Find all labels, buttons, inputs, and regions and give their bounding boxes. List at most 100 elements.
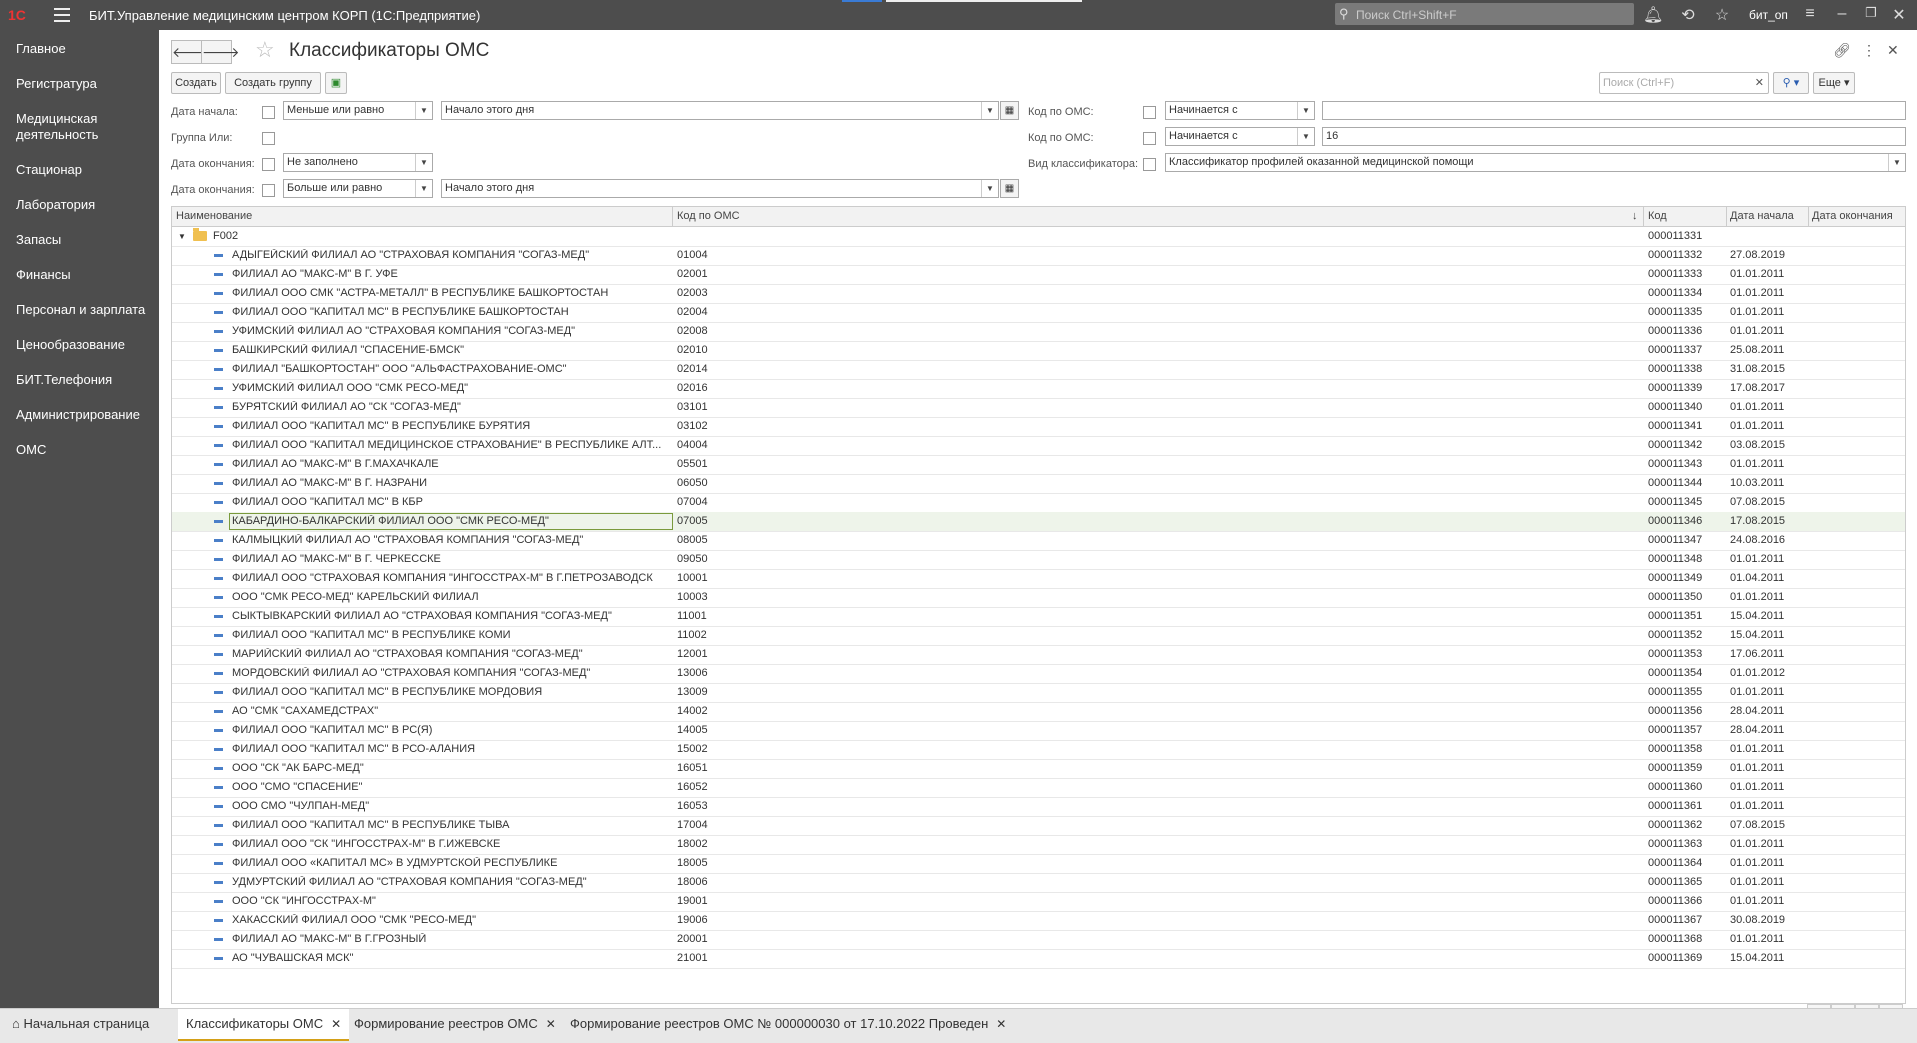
col-header-oms-code[interactable]: Код по ОМС	[677, 210, 740, 222]
table-row[interactable]: МАРИЙСКИЙ ФИЛИАЛ АО "СТРАХОВАЯ КОМПАНИЯ …	[172, 645, 1905, 665]
filter-date-end1-condition[interactable]: Не заполнено ▼	[283, 153, 433, 172]
filter-date-start-value[interactable]: Начало этого дня ▼	[441, 101, 999, 120]
sidebar-item-telephony[interactable]: БИТ.Телефония	[16, 372, 112, 388]
filter-code2-checkbox[interactable]	[1143, 132, 1156, 145]
table-row[interactable]: ООО "СК "АК БАРС-МЕД" 16051 000011359 01.01…	[172, 759, 1905, 779]
sidebar-item-hospital[interactable]: Стационар	[16, 162, 82, 178]
table-row[interactable]: ООО СМО "ЧУЛПАН-МЕД" 16053 000011361 01.01.…	[172, 797, 1905, 817]
sidebar-item-staff[interactable]: Персонал и зарплата	[16, 302, 145, 318]
list-search-input[interactable]: Поиск (Ctrl+F) ✕	[1599, 72, 1769, 94]
table-row[interactable]: ФИЛИАЛ ООО "КАПИТАЛ МС" В КБР 07004 000011…	[172, 493, 1905, 513]
create-group-button[interactable]: Создать группу	[225, 72, 321, 94]
table-row[interactable]: БАШКИРСКИЙ ФИЛИАЛ "СПАСЕНИЕ-БМСК" 02010 00…	[172, 341, 1905, 361]
history-icon[interactable]: ⟲	[1678, 5, 1698, 25]
main-menu-icon[interactable]	[54, 8, 70, 22]
table-row[interactable]: ФИЛИАЛ ООО "СТРАХОВАЯ КОМПАНИЯ "ИНГОССТР…	[172, 569, 1905, 589]
classifier-table[interactable]: Наименование Код по ОМС ↓ Код Дата начал…	[171, 206, 1906, 1004]
table-row[interactable]: ФИЛИАЛ ООО "КАПИТАЛ МС" В РЕСПУБЛИКЕ ТЫВ…	[172, 816, 1905, 836]
table-row[interactable]: УФИМСКИЙ ФИЛИАЛ ООО "СМК РЕСО-МЕД" 02016 0…	[172, 379, 1905, 399]
table-row[interactable]: ФИЛИАЛ ООО «КАПИТАЛ МС» В УДМУРТСКОЙ РЕС…	[172, 854, 1905, 874]
table-row[interactable]: ФИЛИАЛ ООО "КАПИТАЛ МС" В РЕСПУБЛИКЕ БАШ…	[172, 303, 1905, 323]
table-row[interactable]: ООО "СМО "СПАСЕНИЕ" 16052 000011360 01.01.2…	[172, 778, 1905, 798]
filter-group-or-checkbox[interactable]	[262, 132, 275, 145]
table-row[interactable]: АО "СМК "САХАМЕДСТРАХ" 14002 000011356 28.0…	[172, 702, 1905, 722]
current-user[interactable]: бит_оп	[1749, 8, 1788, 22]
table-row[interactable]: ФИЛИАЛ АО "МАКС-М" В Г.МАХАЧКАЛЕ 05501 000…	[172, 455, 1905, 475]
col-header-date-start[interactable]: Дата начала	[1730, 210, 1794, 222]
back-button[interactable]: 🡐	[171, 40, 210, 64]
sidebar-item-pricing[interactable]: Ценообразование	[16, 337, 125, 353]
favorites-star-icon[interactable]: ☆	[1712, 5, 1732, 25]
close-form-icon[interactable]: ✕	[1887, 42, 1899, 59]
filter-code1-value[interactable]	[1322, 101, 1906, 120]
col-header-code[interactable]: Код	[1648, 210, 1667, 222]
sidebar-item-main[interactable]: Главное	[16, 41, 66, 57]
table-row[interactable]: УФИМСКИЙ ФИЛИАЛ АО "СТРАХОВАЯ КОМПАНИЯ "…	[172, 322, 1905, 342]
col-separator[interactable]	[1643, 207, 1644, 226]
app-menu-icon[interactable]: ≡	[1800, 5, 1820, 23]
table-row[interactable]: МОРДОВСКИЙ ФИЛИАЛ АО "СТРАХОВАЯ КОМПАНИЯ…	[172, 664, 1905, 684]
table-row[interactable]: ФИЛИАЛ ООО "КАПИТАЛ МС" В РЕСПУБЛИКЕ КОМ…	[172, 626, 1905, 646]
table-row[interactable]: АДЫГЕЙСКИЙ ФИЛИАЛ АО "СТРАХОВАЯ КОМПАНИЯ…	[172, 246, 1905, 266]
filter-date-end2-condition[interactable]: Больше или равно ▼	[283, 179, 433, 198]
table-row[interactable]: БУРЯТСКИЙ ФИЛИАЛ АО "СК "СОГАЗ-МЕД" 03101…	[172, 398, 1905, 418]
close-window-icon[interactable]: ✕	[1889, 5, 1909, 25]
create-button[interactable]: Создать	[171, 72, 221, 94]
global-search-input[interactable]: ⚲ Поиск Ctrl+Shift+F	[1335, 3, 1634, 25]
filter-date-end2-checkbox[interactable]	[262, 184, 275, 197]
table-row[interactable]: ФИЛИАЛ АО "МАКС-М" В Г. УФЕ 02001 00001133…	[172, 265, 1905, 285]
col-separator[interactable]	[672, 207, 673, 226]
col-separator[interactable]	[1726, 207, 1727, 226]
filter-kind-checkbox[interactable]	[1143, 158, 1156, 171]
calendar-icon[interactable]: ▦	[1000, 101, 1019, 120]
table-row[interactable]: ФИЛИАЛ ООО "КАПИТАЛ МС" В РС(Я) 14005 0000…	[172, 721, 1905, 741]
table-row[interactable]: ООО "СК "ИНГОССТРАХ-М" 19001 000011366 01.0…	[172, 892, 1905, 912]
sidebar-item-medical[interactable]: Медицинская деятельность	[16, 111, 126, 143]
table-row[interactable]: ФИЛИАЛ ООО "КАПИТАЛ МС" В РСО-АЛАНИЯ 1500…	[172, 740, 1905, 760]
table-group-row[interactable]: ▼ F002 000011331	[172, 227, 1905, 247]
filter-date-start-checkbox[interactable]	[262, 106, 275, 119]
table-row[interactable]: КАЛМЫЦКИЙ ФИЛИАЛ АО "СТРАХОВАЯ КОМПАНИЯ …	[172, 531, 1905, 551]
table-row[interactable]: ХАКАССКИЙ ФИЛИАЛ ООО "СМК "РЕСО-МЕД" 1900…	[172, 911, 1905, 931]
tab-registry-doc[interactable]: Формирование реестров ОМС № 000000030 от…	[562, 1009, 1014, 1039]
close-tab-icon[interactable]: ✕	[546, 1017, 556, 1031]
forward-button[interactable]: 🡒	[201, 40, 240, 64]
sort-desc-icon[interactable]: ↓	[1632, 210, 1638, 222]
filter-date-start-condition[interactable]: Меньше или равно ▼	[283, 101, 433, 120]
sidebar-item-finance[interactable]: Финансы	[16, 267, 71, 283]
sidebar-item-lab[interactable]: Лаборатория	[16, 197, 95, 213]
table-row[interactable]: КАБАРДИНО-БАЛКАРСКИЙ ФИЛИАЛ ООО "СМК РЕС…	[172, 512, 1905, 532]
sidebar-item-registry[interactable]: Регистратура	[16, 76, 97, 92]
minimize-icon[interactable]: –	[1832, 5, 1852, 23]
tab-classifiers[interactable]: Классификаторы ОМС ✕	[178, 1009, 350, 1041]
maximize-icon[interactable]: ❐	[1861, 5, 1881, 21]
table-row[interactable]: ФИЛИАЛ ООО "КАПИТАЛ МЕДИЦИНСКОЕ СТРАХОВА…	[172, 436, 1905, 456]
clear-search-icon[interactable]: ✕	[1755, 76, 1764, 89]
col-header-name[interactable]: Наименование	[176, 210, 252, 222]
table-row[interactable]: АО "ЧУВАШСКАЯ МСК" 21001 000011369 15.04.20…	[172, 949, 1905, 969]
table-row[interactable]: ООО "СМК РЕСО-МЕД" КАРЕЛЬСКИЙ ФИЛИАЛ 1000…	[172, 588, 1905, 608]
table-row[interactable]: ФИЛИАЛ ООО СМК "АСТРА-МЕТАЛЛ" В РЕСПУБЛИ…	[172, 284, 1905, 304]
col-separator[interactable]	[1808, 207, 1809, 226]
table-row[interactable]: ФИЛИАЛ ООО "КАПИТАЛ МС" В РЕСПУБЛИКЕ МОР…	[172, 683, 1905, 703]
filter-code1-condition[interactable]: Начинается с ▼	[1165, 101, 1315, 120]
table-row[interactable]: ФИЛИАЛ ООО "КАПИТАЛ МС" В РЕСПУБЛИКЕ БУР…	[172, 417, 1905, 437]
filter-code2-value[interactable]: 16	[1322, 127, 1906, 146]
tab-registries[interactable]: Формирование реестров ОМС ✕	[346, 1009, 564, 1039]
filter-kind-value[interactable]: Классификатор профилей оказанной медицин…	[1165, 153, 1906, 172]
sidebar-item-oms[interactable]: ОМС	[16, 442, 46, 458]
table-row[interactable]: ФИЛИАЛ АО "МАКС-М" В Г. НАЗРАНИ 06050 0000…	[172, 474, 1905, 494]
sidebar-item-stock[interactable]: Запасы	[16, 232, 61, 248]
collapse-triangle-icon[interactable]: ▼	[178, 232, 186, 241]
filter-date-end1-checkbox[interactable]	[262, 158, 275, 171]
link-icon[interactable]: 🔗︎	[1833, 42, 1851, 59]
filter-date-end2-value[interactable]: Начало этого дня ▼	[441, 179, 999, 198]
bell-icon[interactable]: 🔔︎	[1643, 5, 1663, 25]
table-row[interactable]: ФИЛИАЛ "БАШКОРТОСТАН" ООО "АЛЬФАСТРАХОВА…	[172, 360, 1905, 380]
table-row[interactable]: ФИЛИАЛ АО "МАКС-М" В Г. ЧЕРКЕССКЕ 09050 00…	[172, 550, 1905, 570]
tab-home[interactable]: ⌂ Начальная страница	[12, 1009, 149, 1039]
filter-code1-checkbox[interactable]	[1143, 106, 1156, 119]
col-header-date-end[interactable]: Дата окончания	[1812, 210, 1893, 222]
sidebar-item-admin[interactable]: Администрирование	[16, 407, 140, 423]
filter-code2-condition[interactable]: Начинается с ▼	[1165, 127, 1315, 146]
